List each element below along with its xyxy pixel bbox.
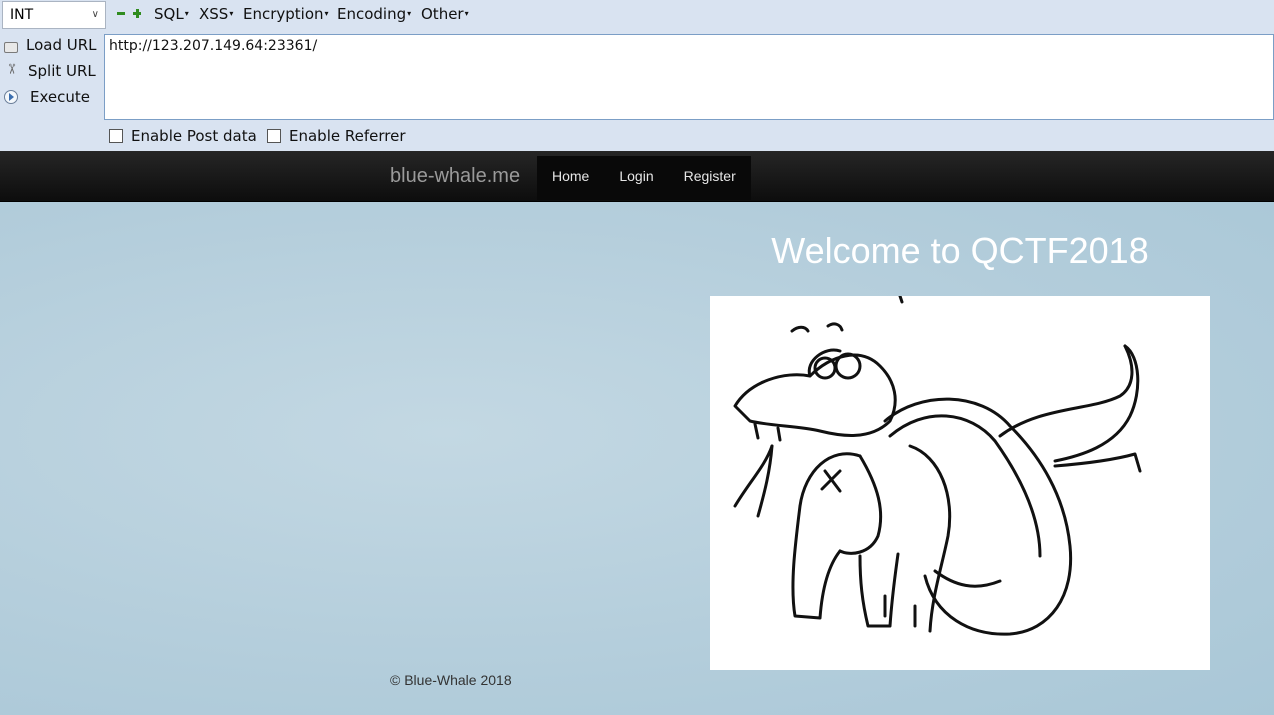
menu-other-label: Other [421, 5, 464, 23]
caret-icon: ▾ [407, 9, 412, 18]
menu-encryption-label: Encryption [243, 5, 324, 23]
checkbox-box[interactable] [267, 129, 281, 143]
play-icon [4, 90, 18, 104]
split-url-label: Split URL [28, 62, 96, 80]
plus-icon[interactable] [133, 9, 141, 18]
nav-login[interactable]: Login [604, 156, 668, 200]
snake-elephant-drawing [733, 294, 1142, 636]
python-sketch-image [710, 294, 1210, 670]
menu-xss[interactable]: XSS▾ [199, 5, 233, 23]
caret-icon: ▾ [324, 9, 329, 18]
hackbar-toolbar: INT ∨ SQL▾ XSS▾ Encryption▾ Encoding▾ Ot… [0, 0, 1274, 151]
menu-other[interactable]: Other▾ [421, 5, 469, 23]
menu-xss-label: XSS [199, 5, 229, 23]
menu-encoding[interactable]: Encoding▾ [337, 5, 411, 23]
type-select[interactable]: INT ∨ [2, 1, 106, 29]
menu-sql[interactable]: SQL▾ [154, 5, 189, 23]
menu-encoding-label: Encoding [337, 5, 407, 23]
load-url-icon [4, 42, 18, 53]
site-navbar: blue-whale.me Home Login Register [0, 151, 1274, 202]
caret-icon: ▾ [184, 9, 189, 18]
hackbar-menu-row: INT ∨ SQL▾ XSS▾ Encryption▾ Encoding▾ Ot… [0, 0, 1274, 31]
split-url-button[interactable]: Split URL [2, 61, 102, 83]
nav-menu: Home Login Register [537, 156, 751, 200]
caret-icon: ▾ [229, 9, 234, 18]
nav-register[interactable]: Register [669, 156, 751, 200]
url-textarea[interactable]: http://123.207.149.64:23361/ [104, 34, 1274, 120]
enable-referrer-label: Enable Referrer [289, 127, 406, 145]
page-footer: © Blue-Whale 2018 [390, 672, 512, 688]
main-content: Welcome to QCTF2018 © Blue-Whale 2018 [0, 202, 1274, 715]
load-url-label: Load URL [26, 36, 97, 54]
chevron-down-icon: ∨ [91, 9, 99, 20]
page-title: Welcome to QCTF2018 [771, 230, 1149, 271]
menu-encryption[interactable]: Encryption▾ [243, 5, 329, 23]
nav-home[interactable]: Home [537, 156, 604, 200]
minus-icon[interactable] [117, 9, 125, 17]
load-url-button[interactable]: Load URL [2, 35, 102, 57]
scissors-icon [4, 64, 18, 78]
checkbox-box[interactable] [109, 129, 123, 143]
menu-sql-label: SQL [154, 5, 184, 23]
enable-post-data-label: Enable Post data [131, 127, 257, 145]
execute-label: Execute [30, 88, 90, 106]
site-brand[interactable]: blue-whale.me [390, 165, 520, 188]
execute-button[interactable]: Execute [2, 87, 102, 109]
url-text: http://123.207.149.64:23361/ [109, 38, 318, 54]
caret-icon: ▾ [464, 9, 469, 18]
type-select-value: INT [10, 7, 34, 23]
